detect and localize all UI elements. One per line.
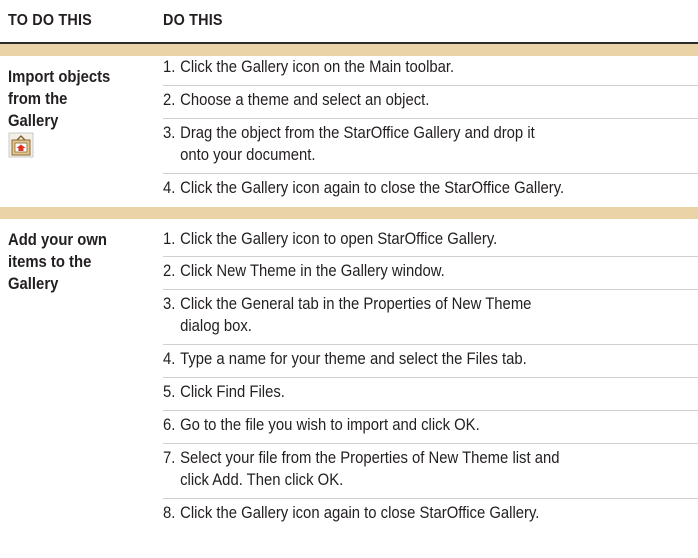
step-separator xyxy=(163,256,698,257)
step-item: 3. Drag the object from the StarOffice Ga… xyxy=(163,124,535,164)
header-to-do-this: TO DO THIS xyxy=(8,12,92,29)
step-separator xyxy=(163,118,698,119)
step-item: 6. Go to the file you wish to import and … xyxy=(163,416,480,434)
step-separator xyxy=(163,410,698,411)
step-separator xyxy=(163,377,698,378)
step-item: 3. Click the General tab in the Propertie… xyxy=(163,295,532,335)
task-import-objects: Import objects from the Gallery xyxy=(8,68,111,130)
header-do-this: DO THIS xyxy=(163,12,223,29)
step-separator xyxy=(163,443,698,444)
step-separator xyxy=(163,173,698,174)
table-header: TO DO THIS DO THIS xyxy=(0,0,698,44)
step-item: 5. Click Find Files. xyxy=(163,383,285,401)
instruction-table: TO DO THIS DO THIS Import objects from t… xyxy=(0,0,698,558)
step-item: 4. Click the Gallery icon again to close … xyxy=(163,179,565,197)
gallery-icon xyxy=(8,132,34,158)
step-item: 1. Click the Gallery icon to open StarOff… xyxy=(163,230,498,248)
step-item: 1. Click the Gallery icon on the Main too… xyxy=(163,58,455,76)
step-item: 2. Choose a theme and select an object. xyxy=(163,91,430,109)
step-separator xyxy=(163,85,698,86)
step-item: 8. Click the Gallery icon again to close … xyxy=(163,504,540,522)
step-item: 4. Type a name for your theme and select … xyxy=(163,350,527,368)
step-separator xyxy=(163,498,698,499)
step-item: 7. Select your file from the Properties o… xyxy=(163,449,560,489)
step-item: 2. Click New Theme in the Gallery window. xyxy=(163,262,445,280)
row-divider-band xyxy=(0,44,698,56)
step-separator xyxy=(163,344,698,345)
task-add-items: Add your own items to the Gallery xyxy=(8,231,107,293)
row-divider-band xyxy=(0,207,698,219)
step-separator xyxy=(163,289,698,290)
